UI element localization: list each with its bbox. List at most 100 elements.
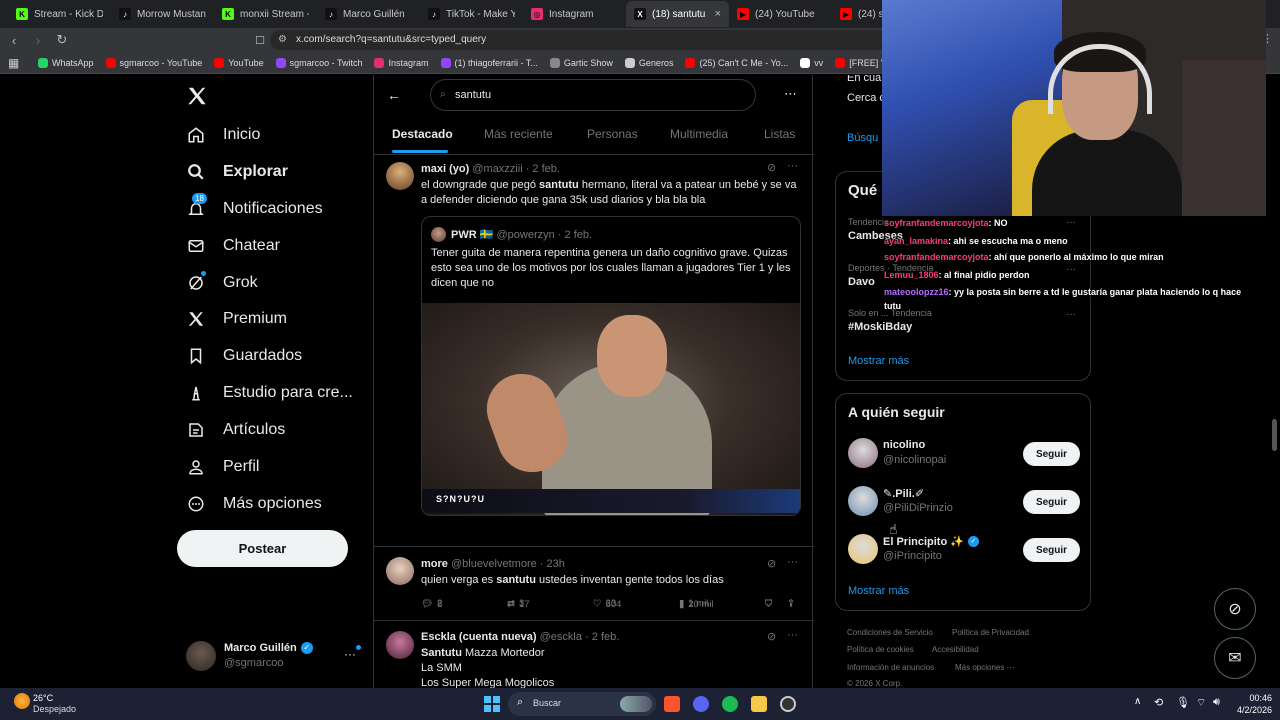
obs-icon[interactable] [780, 696, 796, 712]
nav-item-perfil[interactable]: Perfil [186, 457, 259, 477]
more-dots-icon[interactable]: ··· [344, 647, 356, 661]
tweet-date[interactable]: · 23h [540, 558, 565, 570]
weather-icon[interactable] [14, 693, 30, 709]
clock-date[interactable]: 4/2/2026 [1228, 705, 1272, 715]
footer-link[interactable]: Información de anuncios [847, 663, 934, 672]
grok-icon[interactable]: ⊘ [767, 161, 776, 174]
tweet-more-icon[interactable]: ··· [787, 629, 798, 641]
bookmark-item[interactable]: Instagram [374, 57, 429, 68]
tweet-author-handle[interactable]: @esckla [540, 631, 582, 643]
grok-icon[interactable]: ⊘ [767, 630, 776, 643]
weather-temp[interactable]: 26°C [33, 693, 53, 703]
tweet-author-name[interactable]: maxi (yo) [421, 163, 469, 175]
page-scrollbar[interactable] [1272, 419, 1277, 451]
bookmark-item[interactable]: Generos [624, 57, 673, 68]
tray-chevron-icon[interactable]: ∧ [1134, 696, 1141, 707]
file-explorer-icon[interactable] [751, 696, 767, 712]
trend-more-icon[interactable]: ··· [1066, 217, 1076, 228]
like-button[interactable]: ♡ 33 [593, 598, 679, 609]
grok-icon[interactable]: ⊘ [767, 557, 776, 570]
nav-item-explorar[interactable]: Explorar [186, 162, 288, 182]
footer-link[interactable]: Condiciones de Servicio [847, 628, 933, 637]
nav-item-notificaciones[interactable]: 18 Notificaciones [186, 193, 323, 219]
reload-icon[interactable]: ↻ [52, 32, 72, 48]
taskbar-search[interactable]: ⌕ Buscar [508, 692, 656, 716]
follow-suggestion[interactable]: nicolino @nicolinopai Seguir [848, 438, 1080, 470]
partial-link[interactable]: Búsqu [847, 132, 878, 144]
tweet-more-icon[interactable]: ··· [787, 160, 798, 172]
bookmark-item[interactable]: (1) thiagoferrarii - T... [440, 57, 538, 68]
trend-name[interactable]: Davo [848, 276, 875, 288]
tab-close-icon[interactable]: × [715, 8, 721, 20]
discord-icon[interactable] [693, 696, 709, 712]
follow-button[interactable]: Seguir [1023, 538, 1080, 562]
wifi-icon[interactable]: ⌔ [1196, 696, 1206, 710]
tweet-author-handle[interactable]: @bluevelvetmore [451, 558, 537, 570]
browser-tab[interactable]: X (18) santutu × [626, 1, 729, 27]
forward-icon[interactable]: › [28, 33, 48, 48]
messages-fab[interactable]: ✉ [1214, 637, 1256, 679]
browser-tab[interactable]: ♪ Marco Guillén [317, 1, 420, 27]
footer-link[interactable]: Más opciones ··· [955, 663, 1015, 672]
follow-suggestion[interactable]: ✎.Pili.✐ @PiliDiPrinzio Seguir [848, 486, 1080, 518]
nav-item-artículos[interactable]: Artículos [186, 420, 285, 440]
footer-link[interactable]: Política de Privacidad [952, 628, 1029, 637]
bookmark-item[interactable]: YouTube [214, 57, 264, 68]
tweet-date[interactable]: · 2 feb. [526, 163, 560, 175]
bookmark-item[interactable]: sgmarcoo - YouTube [105, 57, 202, 68]
x-logo-icon[interactable] [186, 85, 208, 107]
share-button[interactable]: ⇪ [787, 598, 795, 609]
brave-icon[interactable] [664, 696, 680, 712]
tab-personas[interactable]: Personas [587, 127, 638, 141]
follow-suggestion[interactable]: El Principito ✨ ✓ @iPrincipito Seguir [848, 534, 1080, 566]
trend-more-icon[interactable]: ··· [1066, 309, 1076, 320]
trend-name[interactable]: #MoskiBday [848, 321, 912, 333]
tweet-author-handle[interactable]: @maxzziii [472, 163, 522, 175]
url-field[interactable]: ⚙ x.com/search?q=santutu&src=typed_query [270, 30, 890, 50]
more-options-icon[interactable]: ⋯ [784, 86, 797, 102]
tab-listas[interactable]: Listas [764, 127, 795, 141]
account-switcher[interactable]: Marco Guillén ✓ @sgmarcoo ··· [186, 641, 361, 671]
tab-más-reciente[interactable]: Más reciente [484, 127, 553, 141]
nav-item-inicio[interactable]: Inicio [186, 125, 260, 145]
tweet-3[interactable]: Esckla (cuenta nueva) @esckla · 2 feb. ⊘… [374, 621, 814, 688]
bookmark-item[interactable]: sgmarcoo - Twitch [275, 57, 362, 68]
browser-tab[interactable]: ♪ TikTok - Make Your [420, 1, 523, 27]
reply-button[interactable]: 💬︎ 2 [421, 598, 507, 609]
browser-tab[interactable]: ◎ Instagram [523, 1, 626, 27]
browser-tab[interactable]: Kmonxii Stream - W [214, 1, 317, 27]
nav-item-más-opciones[interactable]: Más opciones [186, 494, 322, 514]
quoted-tweet[interactable]: PWR 🇸🇪 @powerzyn · 2 feb. Tener guita de… [421, 216, 801, 516]
tweet-date[interactable]: · 2 feb. [585, 631, 619, 643]
nav-item-estudio-para-cre[interactable]: Estudio para cre... [186, 383, 353, 403]
start-button[interactable] [484, 696, 500, 712]
grok-fab[interactable]: ⊘ [1214, 588, 1256, 630]
apps-grid-icon[interactable]: ▦ [8, 56, 19, 70]
tweet-more-icon[interactable]: ··· [787, 556, 798, 568]
nav-item-grok[interactable]: Grok [186, 271, 258, 293]
clock-time[interactable]: 00:46 [1248, 693, 1272, 703]
follow-show-more[interactable]: Mostrar más [848, 585, 909, 597]
tweet-author-name[interactable]: Esckla (cuenta nueva) [421, 631, 537, 643]
back-arrow-icon[interactable]: ← [387, 87, 401, 103]
tweet-author-name[interactable]: more [421, 558, 448, 570]
follow-button[interactable]: Seguir [1023, 442, 1080, 466]
trend-more-icon[interactable]: ··· [1066, 264, 1076, 275]
volume-icon[interactable]: 🔊︎ [1213, 696, 1220, 709]
search-input[interactable]: ⌕ santutu [430, 79, 756, 111]
nav-item-premium[interactable]: Premium [186, 309, 287, 329]
tab-multimedia[interactable]: Multimedia [670, 127, 728, 141]
mic-icon[interactable]: 🎙︎ [1176, 696, 1190, 709]
tweet-2[interactable]: more @bluevelvetmore · 23h ⊘ ··· quien v… [374, 547, 814, 619]
tweet-1[interactable]: maxi (yo) @maxzziii · 2 feb. ⊘ ··· el do… [374, 155, 814, 610]
footer-link[interactable]: Accesibilidad [932, 645, 979, 654]
footer-link[interactable]: Política de cookies [847, 645, 914, 654]
tray-app-icon[interactable]: ⟲ [1154, 696, 1163, 709]
browser-tab[interactable]: ♪ Morrow Mustangs [111, 1, 214, 27]
trends-show-more[interactable]: Mostrar más [848, 355, 909, 367]
nav-item-chatear[interactable]: Chatear [186, 236, 280, 256]
bookmark-item[interactable]: WhatsApp [38, 57, 94, 68]
tab-destacado[interactable]: Destacado [392, 127, 453, 141]
repost-button[interactable]: ⇄ 3 [507, 598, 593, 609]
bookmark-item[interactable]: (25) Can't C Me - Yo... [685, 57, 788, 68]
